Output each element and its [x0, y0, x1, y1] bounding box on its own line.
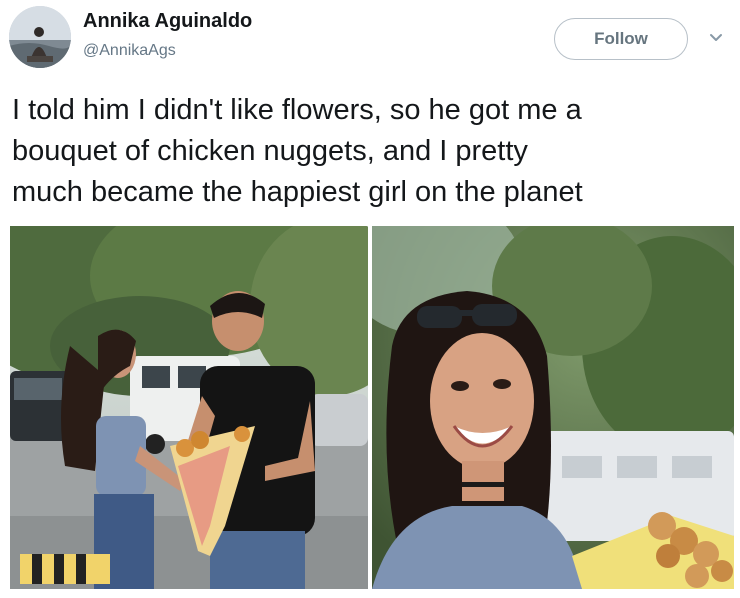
author-avatar[interactable]	[9, 6, 71, 68]
tweet-text-line: I told him I didn't like flowers, so he …	[12, 94, 582, 126]
tweet-text: I told him I didn't like flowers, so he …	[12, 90, 732, 213]
author-handle[interactable]: @AnnikaAgs	[83, 42, 176, 60]
follow-button[interactable]: Follow	[554, 18, 688, 60]
chevron-down-icon[interactable]	[708, 30, 724, 46]
tweet-text-line: bouquet of chicken nuggets, and I pretty	[12, 135, 528, 167]
tweet-photo-couple[interactable]	[10, 226, 368, 589]
avatar-photo-icon	[9, 6, 71, 68]
author-display-name[interactable]: Annika Aguinaldo	[83, 10, 252, 33]
tweet-card: Annika Aguinaldo @AnnikaAgs Follow I tol…	[0, 0, 740, 598]
tweet-text-line: much became the happiest girl on the pla…	[12, 176, 583, 208]
photo-couple-image	[10, 226, 368, 589]
tweet-photo-portrait[interactable]	[372, 226, 734, 589]
photo-portrait-image	[372, 226, 734, 589]
